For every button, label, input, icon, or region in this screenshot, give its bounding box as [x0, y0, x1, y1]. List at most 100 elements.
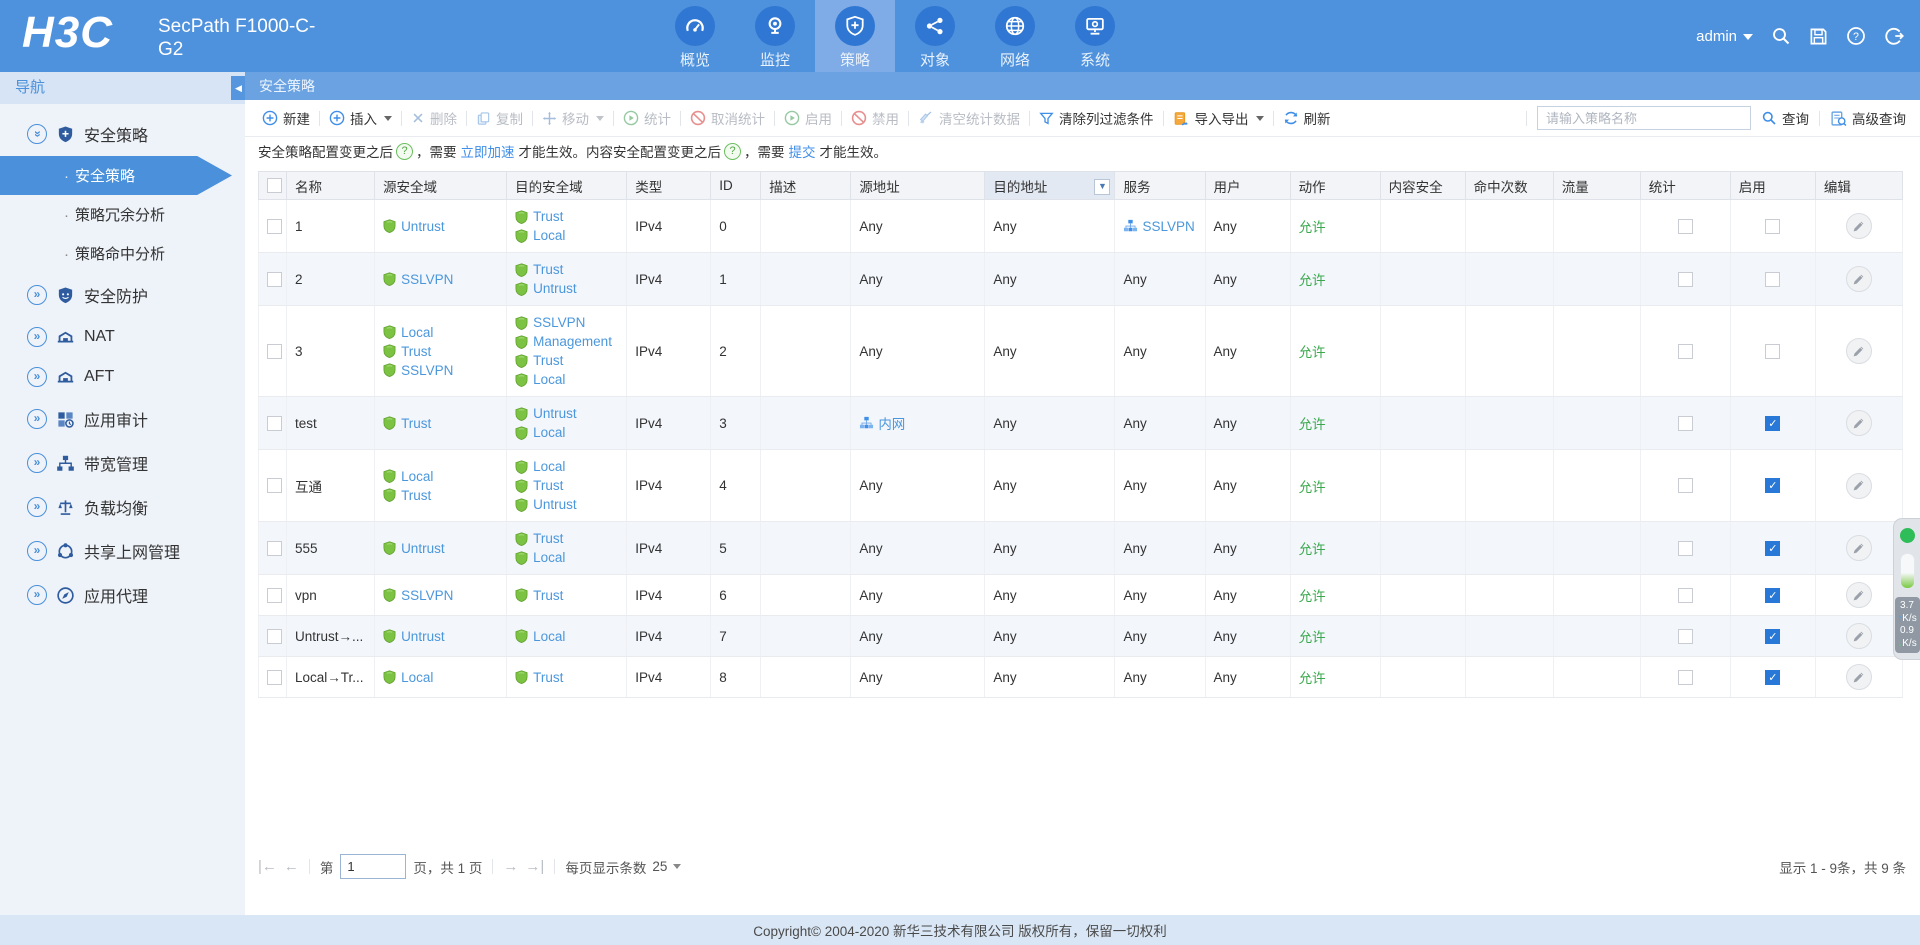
edit-button[interactable] [1846, 410, 1872, 436]
zone-entry[interactable]: Trust [515, 529, 618, 548]
edit-button[interactable] [1846, 664, 1872, 690]
column-header-用户[interactable]: 用户 [1205, 172, 1290, 200]
column-header-内容安全[interactable]: 内容安全 [1380, 172, 1465, 200]
logout-icon[interactable] [1884, 26, 1904, 46]
edit-button[interactable] [1846, 535, 1872, 561]
zone-entry[interactable]: Local [383, 668, 498, 687]
zone-entry[interactable]: Local [515, 627, 618, 646]
column-header-ID[interactable]: ID [711, 172, 761, 200]
sidebar-item-应用审计[interactable]: »应用审计 [0, 397, 245, 441]
nav-item-gauge[interactable]: 概览 [655, 0, 735, 72]
sidebar-subitem-安全策略[interactable]: ·安全策略 [0, 156, 232, 195]
expand-chevron-icon[interactable]: » [27, 585, 47, 605]
row-checkbox[interactable] [267, 670, 282, 685]
stat-checkbox[interactable] [1678, 588, 1693, 603]
nav-item-system[interactable]: 系统 [1055, 0, 1135, 72]
zone-entry[interactable]: Untrust [515, 279, 618, 298]
prev-page-icon[interactable]: ← [284, 858, 299, 875]
notice-link-立即加速[interactable]: 立即加速 [461, 141, 515, 161]
edit-button[interactable] [1846, 266, 1872, 292]
row-checkbox[interactable] [267, 344, 282, 359]
zone-entry[interactable]: Trust [515, 586, 618, 605]
sidebar-item-安全策略[interactable]: »安全策略 [0, 112, 245, 156]
column-header-统计[interactable]: 统计 [1640, 172, 1730, 200]
column-header-目的地址[interactable]: 目的地址▼ [985, 172, 1115, 200]
row-checkbox[interactable] [267, 219, 282, 234]
zone-entry[interactable]: SSLVPN [383, 586, 498, 605]
edit-button[interactable] [1846, 473, 1872, 499]
per-page-select[interactable]: 每页显示条数 25 [565, 857, 681, 877]
page-number-input[interactable] [340, 854, 406, 879]
expand-chevron-icon[interactable]: » [27, 497, 47, 517]
zone-entry[interactable]: Trust [383, 486, 498, 505]
row-checkbox[interactable] [267, 416, 282, 431]
edit-button[interactable] [1846, 623, 1872, 649]
nav-item-globe[interactable]: 网络 [975, 0, 1055, 72]
column-filter-icon[interactable]: ▼ [1094, 179, 1110, 195]
expand-chevron-icon[interactable]: » [27, 327, 47, 347]
zone-entry[interactable]: Local [515, 423, 618, 442]
sidebar-item-负载均衡[interactable]: »负载均衡 [0, 485, 245, 529]
zone-entry[interactable]: Trust [383, 342, 498, 361]
column-header-命中次数[interactable]: 命中次数 [1465, 172, 1553, 200]
zone-entry[interactable]: Trust [515, 260, 618, 279]
sidebar-subitem-策略冗余分析[interactable]: ·策略冗余分析 [0, 195, 245, 234]
nav-item-shield-plus[interactable]: 策略 [815, 0, 895, 72]
new-button[interactable]: 新建 [253, 108, 319, 128]
row-checkbox[interactable] [267, 588, 282, 603]
tab-security-policy[interactable]: 安全策略 [259, 76, 315, 96]
column-header-编辑[interactable]: 编辑 [1815, 172, 1902, 200]
sidebar-item-应用代理[interactable]: »应用代理 [0, 573, 245, 617]
zone-entry[interactable]: Management [515, 332, 618, 351]
row-checkbox[interactable] [267, 541, 282, 556]
zone-entry[interactable]: SSLVPN [515, 313, 618, 332]
zone-entry[interactable]: Trust [515, 207, 618, 226]
enable-checkbox[interactable] [1765, 219, 1780, 234]
edit-button[interactable] [1846, 213, 1872, 239]
sidebar-item-NAT[interactable]: »NAT [0, 317, 245, 357]
stat-checkbox[interactable] [1678, 541, 1693, 556]
notice-link-提交[interactable]: 提交 [789, 141, 816, 161]
first-page-icon[interactable]: |← [258, 858, 277, 875]
zone-entry[interactable]: SSLVPN [383, 270, 498, 289]
column-header-描述[interactable]: 描述 [761, 172, 851, 200]
zone-entry[interactable]: Trust [383, 414, 498, 433]
zone-entry[interactable]: Untrust [383, 217, 498, 236]
admin-menu[interactable]: admin [1696, 28, 1753, 45]
expand-chevron-icon[interactable]: » [27, 124, 47, 144]
policy-name-search-input[interactable] [1537, 106, 1751, 130]
refresh-button[interactable]: 刷新 [1274, 108, 1340, 128]
column-header-类型[interactable]: 类型 [627, 172, 711, 200]
enable-checkbox[interactable]: ✓ [1765, 478, 1780, 493]
column-header-名称[interactable]: 名称 [287, 172, 375, 200]
column-header-流量[interactable]: 流量 [1553, 172, 1640, 200]
enable-checkbox[interactable]: ✓ [1765, 416, 1780, 431]
expand-chevron-icon[interactable]: » [27, 541, 47, 561]
zone-entry[interactable]: Trust [515, 668, 618, 687]
enable-checkbox[interactable]: ✓ [1765, 629, 1780, 644]
expand-chevron-icon[interactable]: » [27, 367, 47, 387]
stat-checkbox[interactable] [1678, 219, 1693, 234]
zone-entry[interactable]: Local [515, 370, 618, 389]
enable-checkbox[interactable] [1765, 344, 1780, 359]
stat-checkbox[interactable] [1678, 272, 1693, 287]
query-button[interactable]: 查询 [1761, 108, 1809, 128]
next-page-icon[interactable]: → [503, 858, 518, 875]
expand-chevron-icon[interactable]: » [27, 453, 47, 473]
zone-entry[interactable]: SSLVPN [383, 361, 498, 380]
stat-checkbox[interactable] [1678, 416, 1693, 431]
edit-button[interactable] [1846, 582, 1872, 608]
row-checkbox[interactable] [267, 478, 282, 493]
zone-entry[interactable]: Trust [515, 351, 618, 370]
expand-chevron-icon[interactable]: » [27, 409, 47, 429]
src-address-object[interactable]: 内网 [859, 413, 976, 433]
column-header-源地址[interactable]: 源地址 [851, 172, 985, 200]
import-export-button[interactable]: 导入导出 [1164, 108, 1273, 128]
question-icon[interactable]: ? [724, 143, 741, 160]
service-object[interactable]: SSLVPN [1123, 219, 1196, 234]
stat-checkbox[interactable] [1678, 629, 1693, 644]
expand-chevron-icon[interactable]: » [27, 285, 47, 305]
zone-entry[interactable]: Local [515, 457, 618, 476]
insert-button[interactable]: 插入 [320, 108, 401, 128]
zone-entry[interactable]: Local [383, 323, 498, 342]
